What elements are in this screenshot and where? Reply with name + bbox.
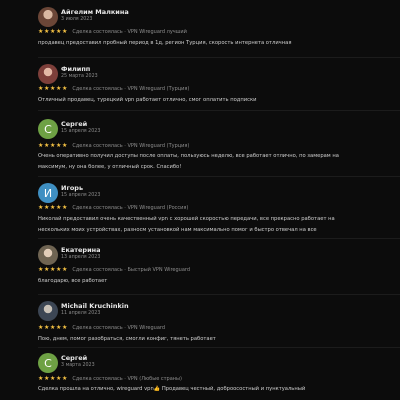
- rating-stars: ★ ★ ★ ★ ★: [38, 205, 67, 211]
- review-meta: ★ ★ ★ ★ ★ Сделка состоялась · VPN Wireguard …: [38, 29, 187, 36]
- star-icon: ★: [38, 28, 44, 35]
- reviewer-name[interactable]: Филипп: [61, 65, 90, 73]
- divider: [38, 294, 400, 295]
- divider: [38, 347, 400, 348]
- star-icon: ★: [61, 324, 68, 331]
- star-icon: ★: [43, 85, 50, 92]
- deal-subtitle: Сделка состоялась · VPN Wireguard (Росси…: [72, 205, 189, 211]
- rating-stars: ★ ★ ★ ★ ★: [38, 325, 67, 331]
- avatar[interactable]: С: [38, 353, 58, 373]
- review-text: Отличный продавец, турецкий vpn работает…: [38, 97, 257, 103]
- review-date: 3 марта 2023: [61, 363, 95, 368]
- review-text: Очень оперативно получил доступы после о…: [38, 153, 339, 170]
- deal-subtitle: Сделка состоялась · VPN Wireguard (Турци…: [72, 143, 190, 149]
- review-meta: ★ ★ ★ ★ ★ Сделка состоялась · VPN Wireguard …: [38, 205, 189, 212]
- star-icon: ★: [55, 204, 62, 211]
- star-icon: ★: [49, 28, 56, 35]
- star-icon: ★: [55, 85, 62, 92]
- star-icon: ★: [43, 28, 50, 35]
- review-date: 25 марта 2023: [61, 74, 98, 79]
- star-icon: ★: [61, 375, 68, 382]
- rating-stars: ★ ★ ★ ★ ★: [38, 29, 67, 35]
- avatar[interactable]: С: [38, 119, 58, 139]
- review-meta: ★ ★ ★ ★ ★ Сделка состоялась · VPN Wireguard: [38, 325, 166, 332]
- star-icon: ★: [49, 142, 56, 149]
- deal-subtitle: Сделка состоялась · VPN Wireguard: [72, 325, 166, 331]
- review-date: 13 апреля 2023: [61, 255, 101, 260]
- divider: [38, 57, 400, 58]
- reviewer-name[interactable]: Сергей: [61, 354, 87, 362]
- star-icon: ★: [38, 324, 44, 331]
- review-text: благодарю, все работает: [38, 278, 108, 284]
- avatar-initial: С: [44, 122, 52, 136]
- star-icon: ★: [49, 85, 56, 92]
- star-icon: ★: [38, 85, 44, 92]
- star-icon: ★: [55, 142, 62, 149]
- star-icon: ★: [55, 375, 62, 382]
- star-icon: ★: [55, 324, 62, 331]
- star-icon: ★: [38, 266, 44, 273]
- reviews-feed: Айгелим Малкина 3 июля 2023 ★ ★ ★ ★ ★ Сделка…: [0, 0, 400, 400]
- avatar[interactable]: И: [38, 183, 58, 203]
- star-icon: ★: [49, 375, 56, 382]
- review-date: 15 апреля 2023: [61, 129, 101, 134]
- star-icon: ★: [43, 204, 50, 211]
- rating-stars: ★ ★ ★ ★ ★: [38, 376, 67, 382]
- rating-stars: ★ ★ ★ ★ ★: [38, 143, 67, 149]
- review-meta: ★ ★ ★ ★ ★ Сделка состоялась · VPN (Любые стр…: [38, 376, 182, 383]
- reviewer-name[interactable]: Сергей: [61, 120, 87, 128]
- rating-stars: ★ ★ ★ ★ ★: [38, 86, 67, 92]
- avatar-initial: С: [44, 356, 52, 370]
- deal-subtitle: Сделка состоялась · VPN Wireguard лучший: [72, 29, 187, 35]
- star-icon: ★: [49, 204, 56, 211]
- star-icon: ★: [61, 204, 68, 211]
- star-icon: ★: [43, 266, 50, 273]
- star-icon: ★: [43, 324, 50, 331]
- deal-subtitle: Сделка состоялась · VPN (Любые страны): [72, 376, 182, 382]
- review-meta: ★ ★ ★ ★ ★ Сделка состоялась · Быстрый VPN Wi…: [38, 267, 191, 274]
- star-icon: ★: [38, 142, 44, 149]
- review-text: Николай предоставил очень качественный v…: [38, 216, 335, 233]
- reviewer-name[interactable]: Айгелим Малкина: [61, 8, 129, 16]
- avatar[interactable]: [38, 64, 58, 84]
- star-icon: ★: [61, 142, 68, 149]
- star-icon: ★: [49, 266, 56, 273]
- deal-subtitle: Сделка состоялась · VPN Wireguard (Турци…: [72, 86, 190, 92]
- review-date: 3 июля 2023: [61, 17, 93, 22]
- divider: [38, 238, 400, 239]
- star-icon: ★: [43, 142, 50, 149]
- avatar-initial: И: [43, 186, 53, 200]
- deal-subtitle: Сделка состоялась · Быстрый VPN Wireguar…: [72, 267, 191, 273]
- star-icon: ★: [43, 375, 50, 382]
- avatar[interactable]: [38, 301, 58, 321]
- reviewer-name[interactable]: Игорь: [61, 184, 83, 192]
- star-icon: ★: [49, 324, 56, 331]
- rating-stars: ★ ★ ★ ★ ★: [38, 267, 67, 273]
- review-text: Сделка прошла на отлично, wireguard vpn👍…: [38, 386, 306, 392]
- star-icon: ★: [55, 28, 62, 35]
- review-meta: ★ ★ ★ ★ ★ Сделка состоялась · VPN Wireguard …: [38, 86, 190, 93]
- star-icon: ★: [61, 28, 68, 35]
- review-text: продавец предоставил пробный период в 1д…: [38, 40, 292, 46]
- star-icon: ★: [61, 266, 68, 273]
- reviewer-name[interactable]: Michail Kruchinkin: [61, 302, 129, 310]
- star-icon: ★: [38, 375, 44, 382]
- divider: [38, 110, 400, 111]
- star-icon: ★: [38, 204, 44, 211]
- reviewer-name[interactable]: Екатерина: [61, 246, 101, 254]
- avatar[interactable]: [38, 245, 58, 265]
- review-date: 11 апреля 2023: [61, 311, 101, 316]
- star-icon: ★: [61, 85, 68, 92]
- review-text: Пою, днем, помог разобраться, смогли кон…: [38, 336, 216, 342]
- review-date: 15 апреля 2023: [61, 193, 101, 198]
- divider: [38, 176, 400, 177]
- avatar[interactable]: [38, 7, 58, 27]
- review-meta: ★ ★ ★ ★ ★ Сделка состоялась · VPN Wireguard …: [38, 143, 190, 150]
- star-icon: ★: [55, 266, 62, 273]
